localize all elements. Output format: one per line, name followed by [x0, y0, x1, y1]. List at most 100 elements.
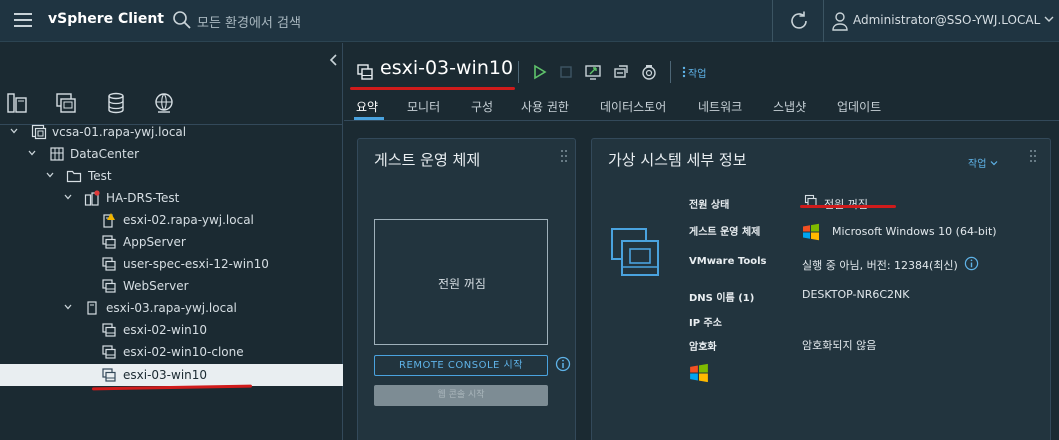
vm-icon: [357, 64, 373, 80]
card-title: 게스트 운영 체제: [374, 151, 481, 169]
prop-label: 게스트 운영 체제: [689, 227, 761, 238]
tree-item-datacenter[interactable]: DataCenter: [0, 143, 343, 165]
main-content: esxi-03-win10 작업 요약 모니터 구성 사용 권한 데이터스토어 …: [344, 43, 1059, 440]
chevron-down-icon[interactable]: [63, 302, 73, 312]
datacenter-icon: [50, 147, 64, 161]
tree-item-label: esxi-02-win10-clone: [123, 345, 244, 359]
tree-item-label: AppServer: [123, 235, 186, 249]
tree-item-label: HA-DRS-Test: [106, 191, 180, 205]
refresh-icon[interactable]: [787, 9, 811, 33]
tree-item-vm[interactable]: esxi-02-win10-clone: [0, 341, 343, 363]
storage-icon[interactable]: [104, 91, 128, 115]
power-state-value: 전원 꺼짐: [824, 196, 868, 212]
guest-os-card: 게스트 운영 체제 전원 꺼짐 REMOTE CONSOLE 시작 웹 콘솔 시…: [357, 138, 576, 440]
tree-item-label: DataCenter: [70, 147, 140, 161]
menu-icon[interactable]: [14, 13, 32, 27]
guest-os-value: Microsoft Windows 10 (64-bit): [832, 225, 997, 238]
card-title: 가상 시스템 세부 정보: [608, 151, 747, 169]
hosts-clusters-icon[interactable]: [5, 91, 29, 115]
tree-item-label: esxi-03-win10: [123, 368, 208, 382]
toolbar-divider: [670, 61, 671, 83]
tree-item-label: esxi-02-win10: [123, 323, 208, 337]
chevron-down-icon: [990, 161, 998, 166]
tab-snapshots[interactable]: 스냅샷: [773, 98, 806, 115]
tree-item-vm[interactable]: WebServer: [0, 275, 343, 297]
prop-label: IP 주소: [689, 318, 722, 329]
chevron-left-icon[interactable]: [328, 53, 340, 67]
snapshot-icon[interactable]: [640, 63, 658, 81]
power-off-icon[interactable]: [557, 63, 575, 81]
object-tabs: 요약 모니터 구성 사용 권한 데이터스토어 네트워크 스냅샷 업데이트: [344, 95, 1059, 121]
networking-icon[interactable]: [152, 91, 176, 115]
vm-icon: [102, 235, 116, 249]
windows-logo-icon: [690, 363, 708, 383]
info-icon[interactable]: [964, 256, 979, 271]
info-icon[interactable]: [555, 356, 571, 372]
vm-icon: [102, 345, 116, 359]
chevron-down-icon[interactable]: [27, 148, 37, 158]
tree-item-vm-selected[interactable]: esxi-03-win10: [0, 364, 343, 386]
chevron-down-icon[interactable]: [9, 126, 19, 136]
tree-item-vm[interactable]: esxi-02-win10: [0, 319, 343, 341]
header-divider: [772, 0, 773, 42]
drag-handle-icon[interactable]: [560, 149, 568, 163]
tree-item-cluster[interactable]: HA-DRS-Test: [0, 187, 343, 209]
vm-icon: [102, 279, 116, 293]
annotation-underline: [800, 205, 896, 208]
web-console-button[interactable]: 웹 콘솔 시작: [374, 385, 548, 406]
cluster-icon: [84, 190, 100, 206]
card-actions-menu[interactable]: 작업: [968, 155, 998, 170]
annotation-underline: [350, 87, 515, 90]
actions-menu[interactable]: 작업: [688, 65, 706, 80]
user-icon[interactable]: [831, 11, 849, 31]
console-icon[interactable]: [584, 63, 602, 81]
tree-item-vm[interactable]: user-spec-esxi-12-win10: [0, 253, 343, 275]
tab-datastores[interactable]: 데이터스토어: [600, 98, 666, 115]
tab-configure[interactable]: 구성: [471, 98, 493, 115]
card-actions-label: 작업: [968, 159, 987, 170]
inventory-panel: vcsa-01.rapa-ywj.local DataCenter Test H…: [0, 43, 343, 440]
tree-item-label: WebServer: [123, 279, 189, 293]
drag-handle-icon[interactable]: [1029, 149, 1037, 163]
vm-icon: [102, 257, 116, 271]
tree-item-label: vcsa-01.rapa-ywj.local: [52, 125, 187, 139]
top-header: vSphere Client 모든 환경에서 검색 Administrator@…: [0, 0, 1059, 42]
global-search-input[interactable]: 모든 환경에서 검색: [197, 12, 301, 31]
search-icon[interactable]: [172, 10, 192, 30]
tab-summary[interactable]: 요약: [356, 98, 378, 115]
tab-monitor[interactable]: 모니터: [407, 98, 440, 115]
dns-name-value: DESKTOP-NR6C2NK: [802, 288, 910, 301]
chevron-down-icon[interactable]: [45, 170, 55, 180]
vms-templates-icon[interactable]: [54, 91, 78, 115]
tab-permissions[interactable]: 사용 권한: [521, 98, 569, 115]
power-on-icon[interactable]: [530, 63, 548, 81]
encryption-value: 암호화되지 않음: [802, 339, 877, 352]
vm-icon: [102, 368, 116, 382]
tree-item-host[interactable]: esxi-03.rapa-ywj.local: [0, 297, 343, 319]
migrate-icon[interactable]: [612, 63, 630, 81]
folder-icon: [66, 170, 82, 183]
vm-title: esxi-03-win10: [380, 57, 514, 79]
tree-item-folder-test[interactable]: Test: [0, 165, 343, 187]
tree-item-vm[interactable]: AppServer: [0, 231, 343, 253]
app-title[interactable]: vSphere Client: [48, 11, 164, 27]
tab-networks[interactable]: 네트워크: [698, 98, 742, 115]
tree-item-host[interactable]: esxi-02.rapa-ywj.local: [0, 209, 343, 231]
active-tab-indicator: [354, 117, 384, 120]
tree-item-label: esxi-02.rapa-ywj.local: [123, 213, 254, 227]
host-warning-icon: [103, 213, 115, 228]
prop-label: 암호화: [689, 342, 717, 353]
vcenter-icon: [31, 124, 47, 140]
tree-item-label: esxi-03.rapa-ywj.local: [106, 301, 237, 315]
chevron-down-icon[interactable]: [1043, 13, 1055, 25]
console-preview[interactable]: 전원 꺼짐: [374, 219, 548, 345]
remote-console-button[interactable]: REMOTE CONSOLE 시작: [374, 355, 548, 376]
more-actions-icon[interactable]: [682, 66, 686, 78]
chevron-down-icon[interactable]: [63, 192, 73, 202]
vm-large-icon: [611, 228, 659, 276]
inventory-tabs: [0, 87, 343, 125]
tree-item-vcenter[interactable]: vcsa-01.rapa-ywj.local: [0, 121, 343, 143]
tab-updates[interactable]: 업데이트: [837, 98, 881, 115]
user-menu[interactable]: Administrator@SSO-YWJ.LOCAL: [853, 13, 1040, 27]
prop-label: 전원 상태: [689, 200, 730, 211]
